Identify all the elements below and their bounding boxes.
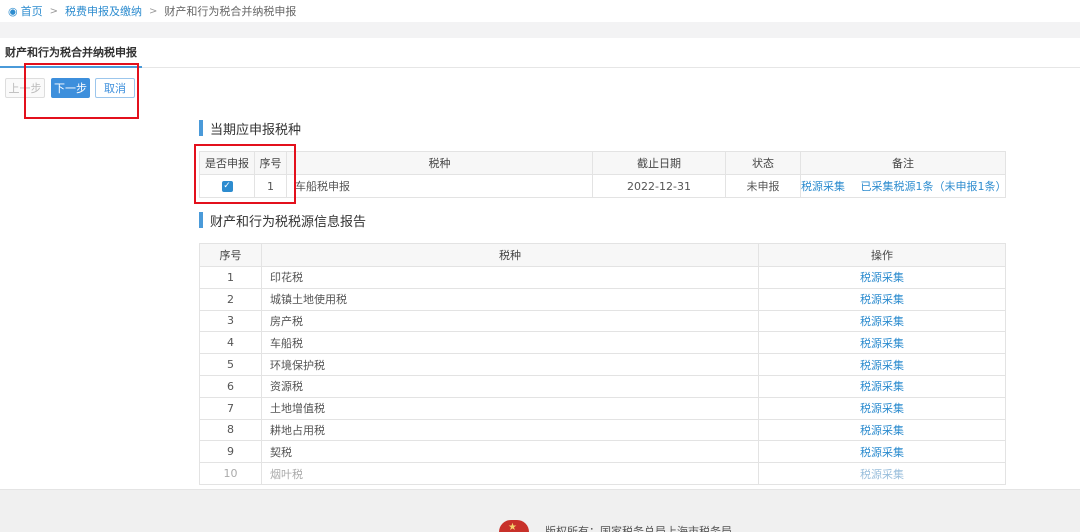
tax-source-collect-link[interactable]: 税源采集 bbox=[860, 359, 904, 372]
operation-cell: 税源采集 bbox=[758, 266, 1006, 289]
header-status: 状态 bbox=[725, 151, 801, 175]
header-seq: 序号 bbox=[199, 243, 262, 267]
section-title-tax-source-report: 财产和行为税税源信息报告 bbox=[199, 212, 367, 230]
seq-cell: 2 bbox=[199, 287, 262, 311]
header-declare: 是否申报 bbox=[199, 151, 255, 175]
operation-cell: 税源采集 bbox=[758, 396, 1006, 420]
operation-cell: 税源采集 bbox=[758, 462, 1006, 485]
footer-copyright: 版权所有：国家税务总局上海市税务局 bbox=[545, 525, 732, 532]
table-row: 4 车船税 税源采集 bbox=[199, 331, 1006, 355]
location-pin-icon: ◉ bbox=[8, 4, 18, 18]
header-remark: 备注 bbox=[800, 151, 1006, 175]
seq-cell: 6 bbox=[199, 374, 262, 398]
breadcrumb-home-link[interactable]: 首页 bbox=[21, 3, 43, 19]
tax-source-collect-link[interactable]: 税源采集 bbox=[860, 446, 904, 459]
operation-cell: 税源采集 bbox=[758, 331, 1006, 355]
breadcrumb-separator: > bbox=[149, 5, 158, 17]
tax-source-collect-link[interactable]: 税源采集 bbox=[860, 468, 904, 481]
remark-cell: 税源采集 已采集税源1条（未申报1条） bbox=[800, 174, 1006, 198]
tax-cell: 车船税申报 bbox=[286, 174, 593, 198]
seq-cell: 8 bbox=[199, 418, 262, 442]
header-deadline: 截止日期 bbox=[592, 151, 726, 175]
seq-cell: 4 bbox=[199, 331, 262, 355]
breadcrumb-current: 财产和行为税合并纳税申报 bbox=[164, 5, 297, 18]
tax-source-table: 序号 税种 操作 1 印花税 税源采集 2 城镇土地使用税 税源采集 3 房产税 税源采集 4 车船… bbox=[199, 243, 1006, 485]
seq-cell: 7 bbox=[199, 396, 262, 420]
operation-cell: 税源采集 bbox=[758, 309, 1006, 333]
tax-cell: 印花税 bbox=[261, 266, 759, 289]
table-row: 10 烟叶税 税源采集 bbox=[199, 462, 1006, 485]
tax-source-collect-link[interactable]: 税源采集 bbox=[860, 337, 904, 350]
section-title-accent-bar bbox=[199, 120, 203, 136]
operation-cell: 税源采集 bbox=[758, 287, 1006, 311]
cancel-button[interactable]: 取消 bbox=[95, 78, 135, 98]
table-row: 1 印花税 税源采集 bbox=[199, 266, 1006, 289]
next-step-button[interactable]: 下一步 bbox=[51, 78, 90, 98]
operation-cell: 税源采集 bbox=[758, 374, 1006, 398]
header-divider-band bbox=[0, 22, 1080, 38]
section-title-text: 财产和行为税税源信息报告 bbox=[210, 214, 367, 230]
table-row: 3 房产税 税源采集 bbox=[199, 309, 1006, 333]
table-row: 7 土地增值税 税源采集 bbox=[199, 396, 1006, 420]
table-row: 6 资源税 税源采集 bbox=[199, 374, 1006, 398]
breadcrumb-tax-declaration-link[interactable]: 税费申报及缴纳 bbox=[65, 3, 142, 19]
table-row: 2 城镇土地使用税 税源采集 bbox=[199, 287, 1006, 311]
tax-cell: 契税 bbox=[261, 440, 759, 464]
seq-cell: 3 bbox=[199, 309, 262, 333]
tax-cell: 环境保护税 bbox=[261, 353, 759, 376]
declare-checkbox[interactable]: ✓ bbox=[221, 181, 233, 192]
tab-bar: 财产和行为税合并纳税申报 bbox=[0, 38, 1080, 68]
footer: ★ 版权所有：国家税务总局上海市税务局 bbox=[0, 489, 1080, 532]
seq-cell: 10 bbox=[199, 462, 262, 485]
prev-step-button[interactable]: 上一步 bbox=[5, 78, 45, 98]
tax-cell: 耕地占用税 bbox=[261, 418, 759, 442]
breadcrumb: ◉ 首页 > 税费申报及缴纳 > 财产和行为税合并纳税申报 bbox=[0, 0, 1080, 22]
header-seq: 序号 bbox=[254, 151, 287, 175]
operation-cell: 税源采集 bbox=[758, 440, 1006, 464]
section-title-accent-bar bbox=[199, 212, 203, 228]
header-tax: 税种 bbox=[286, 151, 593, 175]
tax-cell: 资源税 bbox=[261, 374, 759, 398]
tax-cell: 房产税 bbox=[261, 309, 759, 333]
table-header-row: 序号 税种 操作 bbox=[199, 243, 1006, 267]
seq-cell: 1 bbox=[254, 174, 287, 198]
tax-cell: 城镇土地使用税 bbox=[261, 287, 759, 311]
declare-cell: ✓ bbox=[199, 174, 255, 198]
table-row: ✓ 1 车船税申报 2022-12-31 未申报 税源采集 已采集税源1条（未申… bbox=[199, 174, 1006, 198]
breadcrumb-separator: > bbox=[49, 5, 58, 17]
tax-cell: 烟叶税 bbox=[261, 462, 759, 485]
tax-cell: 土地增值税 bbox=[261, 396, 759, 420]
tax-cell: 车船税 bbox=[261, 331, 759, 355]
tab-property-behavior-tax-declaration[interactable]: 财产和行为税合并纳税申报 bbox=[0, 38, 142, 68]
collected-sources-link[interactable]: 已采集税源1条（未申报1条） bbox=[861, 180, 1005, 193]
section-title-current-tax: 当期应申报税种 bbox=[199, 120, 302, 138]
seq-cell: 9 bbox=[199, 440, 262, 464]
header-tax: 税种 bbox=[261, 243, 759, 267]
tax-source-collect-link[interactable]: 税源采集 bbox=[802, 180, 846, 193]
current-tax-table: 是否申报 序号 税种 截止日期 状态 备注 ✓ 1 车船税申报 2022-12-… bbox=[199, 151, 1006, 198]
seq-cell: 1 bbox=[199, 266, 262, 289]
tax-source-collect-link[interactable]: 税源采集 bbox=[860, 293, 904, 306]
tax-emblem-icon: ★ bbox=[499, 520, 529, 532]
tax-source-collect-link[interactable]: 税源采集 bbox=[860, 271, 904, 284]
tax-source-collect-link[interactable]: 税源采集 bbox=[860, 380, 904, 393]
table-row: 5 环境保护税 税源采集 bbox=[199, 353, 1006, 376]
table-row: 9 契税 税源采集 bbox=[199, 440, 1006, 464]
operation-cell: 税源采集 bbox=[758, 353, 1006, 376]
deadline-cell: 2022-12-31 bbox=[592, 174, 726, 198]
tax-source-collect-link[interactable]: 税源采集 bbox=[860, 402, 904, 415]
table-row: 8 耕地占用税 税源采集 bbox=[199, 418, 1006, 442]
table-header-row: 是否申报 序号 税种 截止日期 状态 备注 bbox=[199, 151, 1006, 175]
tax-source-collect-link[interactable]: 税源采集 bbox=[860, 315, 904, 328]
seq-cell: 5 bbox=[199, 353, 262, 376]
operation-cell: 税源采集 bbox=[758, 418, 1006, 442]
header-operation: 操作 bbox=[758, 243, 1006, 267]
status-cell: 未申报 bbox=[725, 174, 801, 198]
section-title-text: 当期应申报税种 bbox=[210, 122, 302, 138]
tax-source-collect-link[interactable]: 税源采集 bbox=[860, 424, 904, 437]
